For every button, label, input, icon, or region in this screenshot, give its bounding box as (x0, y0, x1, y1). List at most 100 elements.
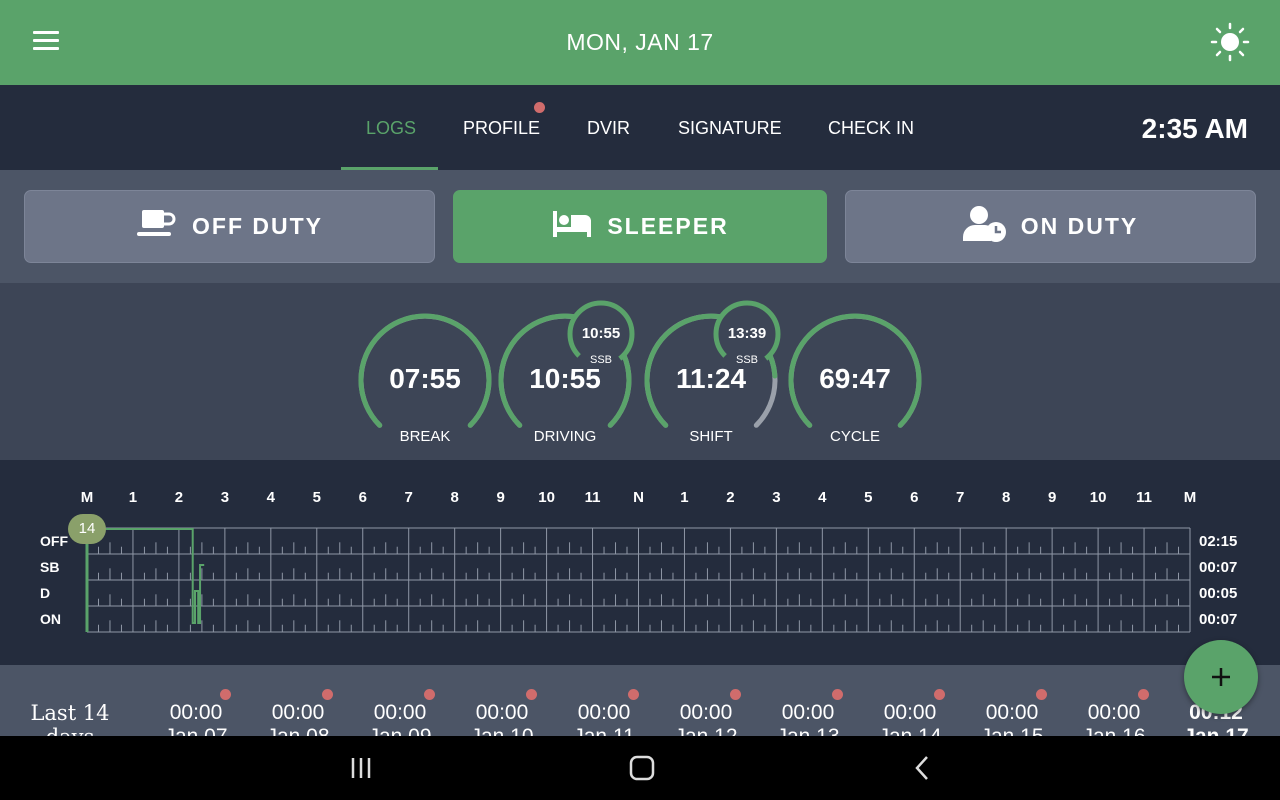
hour-label: 1 (680, 489, 689, 506)
hour-label: 3 (772, 489, 781, 506)
back-icon[interactable] (908, 754, 938, 782)
sleeper-button[interactable]: SLEEPER (453, 190, 827, 263)
app-header: MON, JAN 17 (0, 0, 1280, 85)
duty-log-chart: 14 M 1 2 3 4 5 6 7 8 9 10 11 N 1 2 3 4 5 6 7 8 9 10 11 M OFF 02:15… (0, 460, 1280, 665)
hour-label: 6 (910, 489, 919, 506)
day-date: Jan 15 (967, 725, 1057, 736)
bed-icon (551, 209, 593, 245)
day-total-item[interactable]: 00:00Jan 12 (661, 701, 751, 736)
last-14-days-label: Last 14 days (30, 701, 110, 736)
recents-icon[interactable] (348, 754, 378, 782)
day-warning-dot (424, 689, 435, 700)
day-total-value: 00:00 (883, 701, 937, 724)
header-date: MON, JAN 17 (566, 29, 714, 55)
day-date: Jan 09 (355, 725, 445, 736)
day-date: Jan 10 (457, 725, 547, 736)
day-total-value: 00:00 (781, 701, 835, 724)
hour-label: 5 (864, 489, 873, 506)
day-warning-dot (1138, 689, 1149, 700)
off-duty-label: OFF DUTY (192, 213, 323, 239)
sleeper-label: SLEEPER (607, 213, 729, 239)
hour-label: 11 (584, 489, 601, 506)
driving-label: DRIVING (533, 428, 597, 445)
day-total-value: 00:00 (169, 701, 223, 724)
profile-notification-badge (534, 102, 545, 113)
break-gauge: 07:55 BREAK (358, 313, 492, 447)
break-label: BREAK (399, 428, 451, 445)
row-total-sb: 00:07 (1199, 559, 1238, 576)
tab-profile[interactable]: PROFILE (463, 118, 540, 139)
day-total-value: 00:00 (475, 701, 529, 724)
system-navigation-bar (0, 736, 1280, 800)
day-warning-dot (628, 689, 639, 700)
day-total-item[interactable]: 00:00Jan 14 (865, 701, 955, 736)
hour-label: 5 (312, 489, 321, 506)
day-total-item[interactable]: 00:00Jan 07 (151, 701, 241, 736)
hour-label: 9 (1047, 489, 1057, 506)
day-warning-dot (730, 689, 741, 700)
hour-label: 4 (818, 489, 827, 506)
day-warning-dot (1036, 689, 1047, 700)
day-total-value: 00:00 (577, 701, 631, 724)
day-date: Jan 07 (151, 725, 241, 736)
hour-label: 4 (266, 489, 275, 506)
sun-icon[interactable] (1210, 22, 1250, 62)
hour-label: 8 (450, 489, 459, 506)
hour-label: 10 (538, 489, 555, 506)
row-label-on: ON (40, 611, 61, 627)
tab-logs[interactable]: LOGS (366, 118, 416, 139)
tab-check-in[interactable]: CHECK IN (828, 118, 914, 139)
tab-dvir[interactable]: DVIR (587, 118, 630, 139)
home-icon[interactable] (627, 754, 657, 782)
row-label-sb: SB (40, 559, 60, 575)
duty-status-bar: OFF DUTY SLEEPER ON DUTY (0, 170, 1280, 283)
day-total-item[interactable]: 00:00Jan 10 (457, 701, 547, 736)
row-total-on: 00:07 (1199, 611, 1238, 628)
shift-label: SHIFT (689, 428, 733, 445)
user-clock-icon (962, 205, 1007, 249)
day-date: Jan 13 (763, 725, 853, 736)
off-duty-button[interactable]: OFF DUTY (24, 190, 435, 263)
day-date: Jan 16 (1069, 725, 1159, 736)
driving-ssb-value: 10:55 (581, 325, 621, 342)
hour-label: 7 (956, 489, 965, 506)
row-total-d: 00:05 (1199, 585, 1238, 602)
hour-label: 9 (496, 489, 505, 506)
row-label-off: OFF (40, 533, 68, 549)
hour-label: M (1183, 489, 1197, 506)
cycle-label: CYCLE (829, 428, 881, 445)
hour-label: 11 (1136, 489, 1152, 506)
on-duty-button[interactable]: ON DUTY (845, 190, 1256, 263)
day-total-value: 00:00 (985, 701, 1039, 724)
hour-label: M (80, 489, 94, 506)
day-total-value: 00:00 (679, 701, 733, 724)
day-total-item[interactable]: 00:00Jan 11 (559, 701, 649, 736)
day-warning-dot (220, 689, 231, 700)
day-total-item[interactable]: 00:00Jan 09 (355, 701, 445, 736)
day-date: Jan 14 (865, 725, 955, 736)
hour-label: 8 (1001, 489, 1011, 506)
hour-label: 3 (220, 489, 230, 506)
hour-label: N (633, 489, 644, 506)
coffee-cup-icon (136, 208, 178, 246)
day-total-item[interactable]: 00:00Jan 08 (253, 701, 343, 736)
day-warning-dot (832, 689, 843, 700)
duty-status-line (87, 528, 205, 624)
cycle-value: 69:47 (819, 363, 891, 394)
day-total-item[interactable]: 00:00Jan 16 (1069, 701, 1159, 736)
day-date: Jan 12 (661, 725, 751, 736)
hours-of-service-gauges: 07:55 BREAK 10:55 DRIVING 10:55 SSB 11:2… (0, 283, 1280, 460)
tab-signature[interactable]: SIGNATURE (678, 118, 782, 139)
day-warning-dot (526, 689, 537, 700)
day-total-value: 00:00 (373, 701, 427, 724)
day-total-item[interactable]: 00:00Jan 13 (763, 701, 853, 736)
day-total-item[interactable]: 00:00Jan 15 (967, 701, 1057, 736)
log-start-marker: 14 (68, 514, 106, 544)
add-event-button[interactable] (1184, 640, 1258, 714)
day-warning-dot (322, 689, 333, 700)
break-value: 07:55 (389, 363, 461, 394)
day-warning-dot (934, 689, 945, 700)
day-date: Jan 17 (1171, 725, 1261, 736)
hour-label: 2 (174, 489, 184, 506)
day-date: Jan 08 (253, 725, 343, 736)
